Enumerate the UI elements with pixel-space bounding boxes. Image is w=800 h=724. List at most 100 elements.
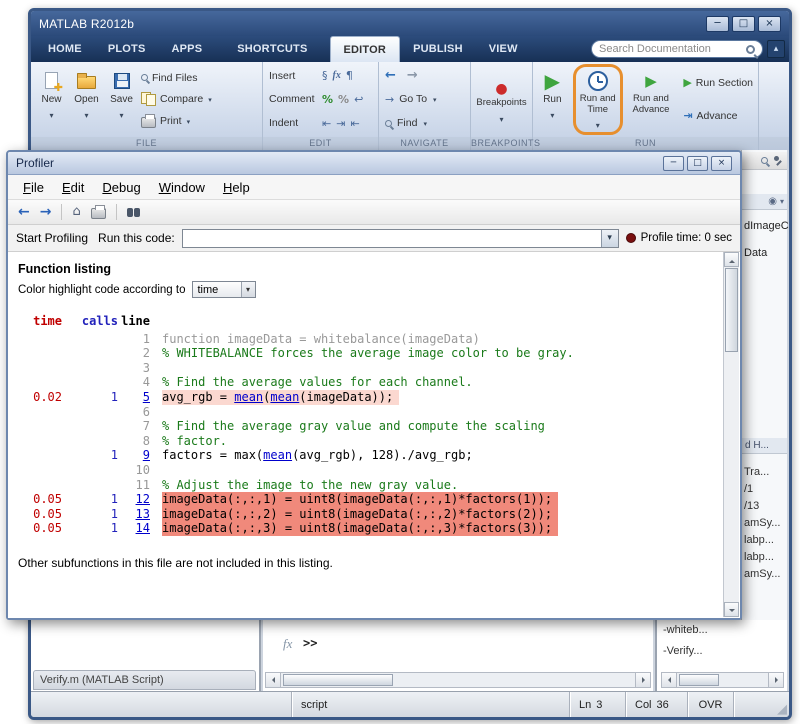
chevron-down-icon (550, 105, 554, 114)
column-line: line (118, 314, 150, 329)
minimize-icon[interactable]: ─ (663, 156, 684, 171)
line-number[interactable]: 12 (118, 492, 150, 507)
print-label: Print (160, 115, 182, 127)
run-and-advance-button[interactable]: ▶ Run and Advance (627, 64, 676, 135)
code-listing: 1function imageData = whitebalance(image… (18, 332, 716, 536)
run-and-time-button[interactable]: Run and Time (573, 64, 623, 135)
vertical-scrollbar[interactable] (723, 252, 739, 617)
collapse-ribbon-button[interactable]: ▴ (767, 40, 785, 58)
function-link[interactable]: mean (263, 448, 292, 462)
search-icon[interactable] (746, 45, 755, 54)
goto-button[interactable]: → Go To (385, 90, 464, 109)
command-window-bottom[interactable]: fx >> (263, 620, 653, 691)
print-icon[interactable] (91, 208, 106, 219)
code-segment: (imageData)); (299, 390, 393, 404)
function-link[interactable]: mean (234, 390, 263, 404)
calls-value (62, 478, 118, 493)
home-icon[interactable]: ⌂ (72, 205, 80, 219)
menu-edit[interactable]: Edit (53, 177, 93, 198)
start-profiling-button[interactable]: Start Profiling (16, 231, 88, 245)
insert-button[interactable]: Insert § fx ¶ (269, 66, 372, 85)
tab-editor[interactable]: EDITOR (330, 36, 401, 62)
advance-button[interactable]: ⇥ Advance (683, 107, 753, 125)
scroll-left-icon[interactable] (662, 673, 677, 687)
comment-label: Comment (269, 93, 317, 105)
save-button[interactable]: Save (104, 64, 139, 135)
history-list-fragment: Tra.../1/13amSy...labp...labp...amSy... (744, 464, 787, 583)
menu-help[interactable]: Help (214, 177, 259, 198)
code-segment: % factor. (162, 434, 227, 448)
highlight-mode-select[interactable]: time (192, 281, 256, 298)
run-section-button[interactable]: ▶ Run Section (683, 74, 753, 92)
menu-debug[interactable]: Debug (93, 177, 149, 198)
minimize-icon[interactable]: ─ (706, 16, 729, 32)
tab-home[interactable]: HOME (35, 36, 95, 62)
back-icon[interactable]: ← (18, 205, 30, 219)
line-number[interactable]: 13 (118, 507, 150, 522)
chevron-down-icon[interactable] (601, 230, 618, 247)
tab-apps[interactable]: APPS (158, 36, 215, 62)
tab-publish[interactable]: PUBLISH (400, 36, 476, 62)
scrollbar-thumb[interactable] (679, 674, 719, 686)
profiler-titlebar[interactable]: Profiler ─ □ × (8, 152, 740, 175)
tab-shortcuts[interactable]: SHORTCUTS (224, 36, 320, 62)
scrollbar-thumb[interactable] (725, 268, 738, 352)
history-list-fragment: -whiteb...-Verify... (663, 620, 787, 662)
tab-view[interactable]: VIEW (476, 36, 531, 62)
indent-label: Indent (269, 117, 317, 129)
pin-icon[interactable] (773, 155, 783, 166)
maximize-icon[interactable]: □ (732, 16, 755, 32)
main-titlebar[interactable]: MATLAB R2012b ─ □ × (31, 11, 789, 36)
maximize-icon[interactable]: □ (687, 156, 708, 171)
find-files-button[interactable]: Find Files (141, 69, 212, 87)
scroll-right-icon[interactable] (768, 673, 783, 687)
scroll-down-icon[interactable] (724, 602, 739, 617)
run-and-advance-label-2: Advance (633, 105, 670, 116)
line-number[interactable]: 5 (118, 390, 150, 405)
breakpoints-button[interactable]: ● Breakpoints (471, 62, 532, 137)
editor-status-bar[interactable]: Verify.m (MATLAB Script) (33, 670, 256, 690)
scroll-up-icon[interactable] (724, 252, 739, 267)
find-binoculars-icon[interactable] (127, 208, 140, 217)
print-button[interactable]: Print (141, 112, 212, 130)
run-button[interactable]: ▶ Run (536, 64, 569, 135)
toolbar-separator (61, 204, 62, 220)
calls-value: 1 (62, 390, 118, 405)
find-button[interactable]: Find (385, 114, 464, 133)
forward-icon[interactable]: → (40, 205, 52, 219)
line-number[interactable]: 14 (118, 521, 150, 536)
overwrite-indicator[interactable]: OVR (687, 692, 733, 717)
line-number[interactable]: 9 (118, 448, 150, 463)
panel-menu-icon[interactable]: ◉ (768, 196, 777, 207)
run-code-combobox[interactable] (182, 229, 619, 248)
code-text: % Find the average values for each chann… (162, 375, 479, 390)
search-icon[interactable] (761, 157, 768, 164)
scroll-right-icon[interactable] (635, 673, 650, 687)
ovr-label: OVR (699, 699, 723, 711)
close-icon[interactable]: × (711, 156, 732, 171)
horizontal-scrollbar[interactable] (265, 672, 651, 688)
tab-plots[interactable]: PLOTS (95, 36, 159, 62)
resize-grip-icon[interactable]: ◢ (777, 703, 787, 716)
menu-file[interactable]: File (14, 177, 53, 198)
back-icon[interactable]: ← (385, 68, 396, 83)
compare-button[interactable]: Compare (141, 90, 212, 108)
scrollbar-thumb[interactable] (283, 674, 393, 686)
function-link[interactable]: mean (270, 390, 299, 404)
forward-icon[interactable]: → (407, 68, 418, 83)
horizontal-scrollbar[interactable] (661, 672, 784, 688)
code-text (162, 463, 168, 478)
new-button[interactable]: New (34, 64, 69, 135)
menu-window[interactable]: Window (150, 177, 214, 198)
line-number: 7 (118, 419, 150, 434)
scroll-left-icon[interactable] (266, 673, 281, 687)
comment-button[interactable]: Comment % % ↩ (269, 90, 372, 109)
open-button[interactable]: Open (69, 64, 104, 135)
close-icon[interactable]: × (758, 16, 781, 32)
indent-button[interactable]: Indent ⇤ ⇥ ⇤ (269, 114, 372, 133)
code-line-6: 6 (18, 405, 716, 420)
chevron-down-icon[interactable] (780, 196, 784, 207)
open-label: Open (74, 94, 98, 105)
pilcrow-icon: ¶ (346, 69, 353, 82)
search-documentation-input[interactable]: Search Documentation (591, 40, 763, 58)
